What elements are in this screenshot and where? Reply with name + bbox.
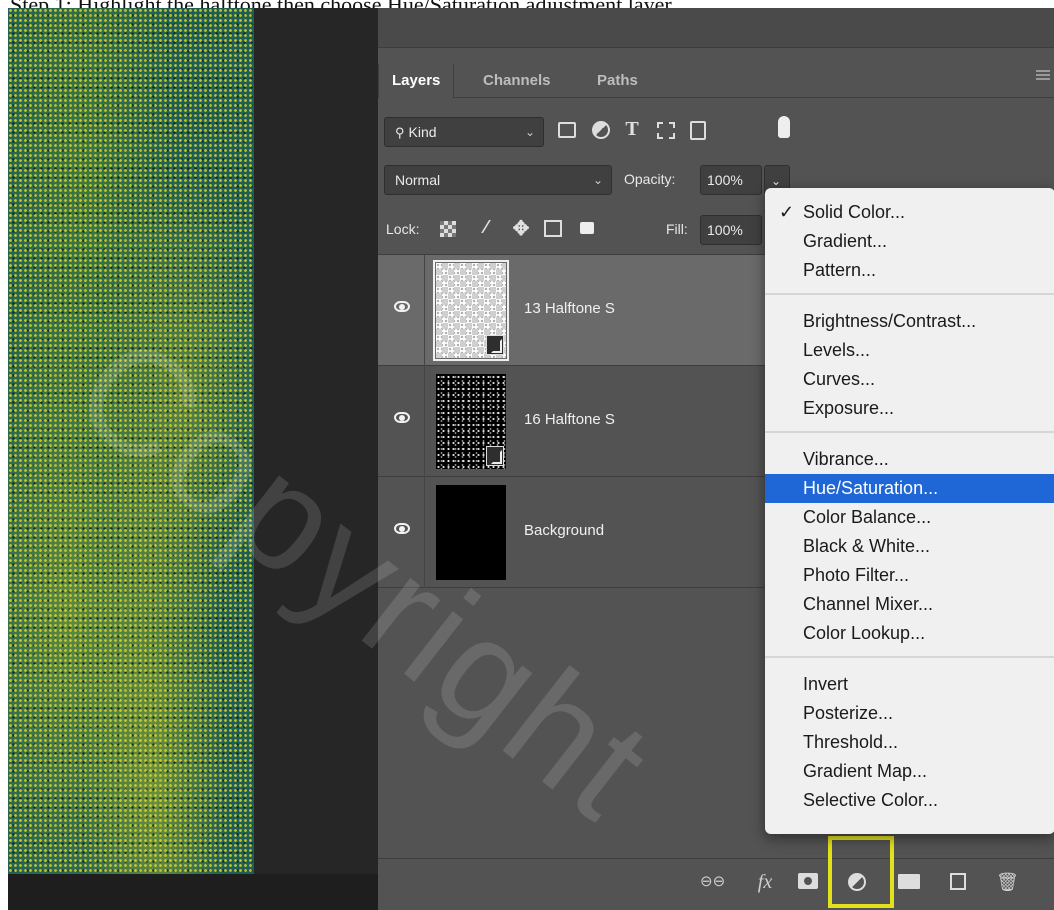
menu-item-label: Curves... xyxy=(803,369,876,389)
menu-item-label: Photo Filter... xyxy=(803,565,910,585)
menu-item-label: Invert xyxy=(803,674,849,694)
layer-name: 16 Halftone S xyxy=(524,411,615,428)
adjustment-filter-icon[interactable] xyxy=(592,121,610,139)
menu-item-label: Posterize... xyxy=(803,703,894,723)
eye-icon[interactable] xyxy=(394,301,410,312)
smart-object-icon xyxy=(486,335,504,355)
search-icon: ⚲ xyxy=(395,125,405,140)
menu-item-gradient-map[interactable]: Gradient Map... xyxy=(765,757,1054,786)
menu-item-label: Pattern... xyxy=(803,260,877,280)
menu-item-black-white[interactable]: Black & White... xyxy=(765,532,1054,561)
panel-header-strip xyxy=(378,8,1054,48)
menu-separator xyxy=(765,656,1054,658)
screenshot-stage: Step 1: Highlight the halftone then choo… xyxy=(0,0,1054,910)
tab-layers[interactable]: Layers xyxy=(378,64,455,98)
menu-item-label: Vibrance... xyxy=(803,449,889,469)
blend-mode-select[interactable]: Normal ⌄ xyxy=(384,165,612,195)
lock-paint-icon[interactable]: ⁄ xyxy=(476,217,496,238)
filter-row: ⚲ Kind ⌄ T xyxy=(378,114,1054,150)
tutorial-caption: Step 1: Highlight the halftone then choo… xyxy=(0,0,1054,17)
menu-item-label: Threshold... xyxy=(803,732,899,752)
panel-menu-icon[interactable] xyxy=(1036,70,1050,82)
menu-item-pattern[interactable]: Pattern... xyxy=(765,256,1054,285)
panel-bottom-toolbar: ⊖⊖ fx 🗑 xyxy=(378,858,1054,906)
lock-position-icon[interactable]: ✥ xyxy=(510,216,532,241)
menu-item-label: Black & White... xyxy=(803,536,931,556)
adjustment-layer-menu: ✓ Solid Color... Gradient... Pattern... Brig… xyxy=(765,188,1054,834)
menu-item-label: Color Balance... xyxy=(803,507,932,527)
layer-thumbnail xyxy=(436,485,506,580)
halftone-artwork xyxy=(8,8,254,874)
menu-item-vibrance[interactable]: Vibrance... xyxy=(765,445,1054,474)
new-group-icon[interactable] xyxy=(898,874,920,889)
type-filter-icon[interactable]: T xyxy=(622,118,642,141)
new-layer-icon[interactable] xyxy=(950,873,966,890)
filter-kind-select[interactable]: ⚲ Kind ⌄ xyxy=(384,117,544,147)
menu-item-label: Levels... xyxy=(803,340,871,360)
layer-name: Background xyxy=(524,522,605,539)
menu-item-label: Color Lookup... xyxy=(803,623,926,643)
menu-separator xyxy=(765,293,1054,295)
menu-item-invert[interactable]: Invert xyxy=(765,670,1054,699)
smart-object-icon xyxy=(486,446,504,466)
menu-item-color-balance[interactable]: Color Balance... xyxy=(765,503,1054,532)
checkmark-icon: ✓ xyxy=(779,202,795,222)
opacity-label: Opacity: xyxy=(624,171,676,187)
menu-item-color-lookup[interactable]: Color Lookup... xyxy=(765,619,1054,648)
menu-item-label: Hue/Saturation... xyxy=(803,478,939,498)
menu-item-posterize[interactable]: Posterize... xyxy=(765,699,1054,728)
filter-kind-label: Kind xyxy=(408,124,437,140)
menu-item-solid-color[interactable]: ✓ Solid Color... xyxy=(765,198,1054,227)
document-canvas[interactable] xyxy=(8,8,378,910)
lock-all-icon[interactable] xyxy=(580,222,594,234)
menu-item-selective-color[interactable]: Selective Color... xyxy=(765,786,1054,815)
menu-item-exposure[interactable]: Exposure... xyxy=(765,394,1054,423)
eye-icon[interactable] xyxy=(394,412,410,423)
menu-item-hue-saturation[interactable]: Hue/Saturation... xyxy=(765,474,1054,503)
menu-item-label: Gradient Map... xyxy=(803,761,928,781)
layer-name: 13 Halftone S xyxy=(524,300,615,317)
menu-item-label: Selective Color... xyxy=(803,790,939,810)
menu-item-label: Gradient... xyxy=(803,231,888,251)
shape-filter-icon[interactable] xyxy=(657,122,675,139)
menu-item-label: Channel Mixer... xyxy=(803,594,934,614)
chevron-down-icon: ⌄ xyxy=(592,173,603,187)
trash-icon[interactable]: 🗑 xyxy=(996,869,1019,895)
canvas-pasteboard xyxy=(8,874,378,910)
smart-object-filter-icon[interactable] xyxy=(690,121,706,140)
menu-item-gradient[interactable]: Gradient... xyxy=(765,227,1054,256)
menu-item-label: Solid Color... xyxy=(803,202,906,222)
chevron-down-icon: ⌄ xyxy=(524,125,535,139)
menu-item-label: Exposure... xyxy=(803,398,895,418)
chevron-down-icon: ⌄ xyxy=(771,174,782,188)
menu-separator xyxy=(765,431,1054,433)
fill-label: Fill: xyxy=(666,221,688,237)
filter-toggle-icon[interactable] xyxy=(778,116,790,138)
menu-item-label: Brightness/Contrast... xyxy=(803,311,977,331)
menu-item-channel-mixer[interactable]: Channel Mixer... xyxy=(765,590,1054,619)
menu-item-levels[interactable]: Levels... xyxy=(765,336,1054,365)
fill-field[interactable]: 100% xyxy=(700,215,762,245)
fx-icon[interactable]: fx xyxy=(752,869,778,895)
lock-artboard-icon[interactable] xyxy=(544,220,562,237)
blend-mode-value: Normal xyxy=(395,172,441,188)
menu-item-threshold[interactable]: Threshold... xyxy=(765,728,1054,757)
opacity-field[interactable]: 100% xyxy=(700,165,762,195)
lock-label: Lock: xyxy=(386,221,420,237)
adjustment-button-callout xyxy=(828,836,894,908)
menu-item-photo-filter[interactable]: Photo Filter... xyxy=(765,561,1054,590)
link-layers-icon[interactable]: ⊖⊖ xyxy=(700,869,725,895)
image-filter-icon[interactable] xyxy=(558,122,576,138)
menu-item-brightness-contrast[interactable]: Brightness/Contrast... xyxy=(765,307,1054,336)
layer-mask-icon[interactable] xyxy=(798,873,818,889)
lock-transparent-icon[interactable] xyxy=(440,221,456,237)
tab-paths[interactable]: Paths xyxy=(584,64,651,98)
panel-tabs: Layers Channels Paths xyxy=(378,58,1054,98)
tab-channels[interactable]: Channels xyxy=(470,64,564,98)
menu-item-curves[interactable]: Curves... xyxy=(765,365,1054,394)
eye-icon[interactable] xyxy=(394,523,410,534)
